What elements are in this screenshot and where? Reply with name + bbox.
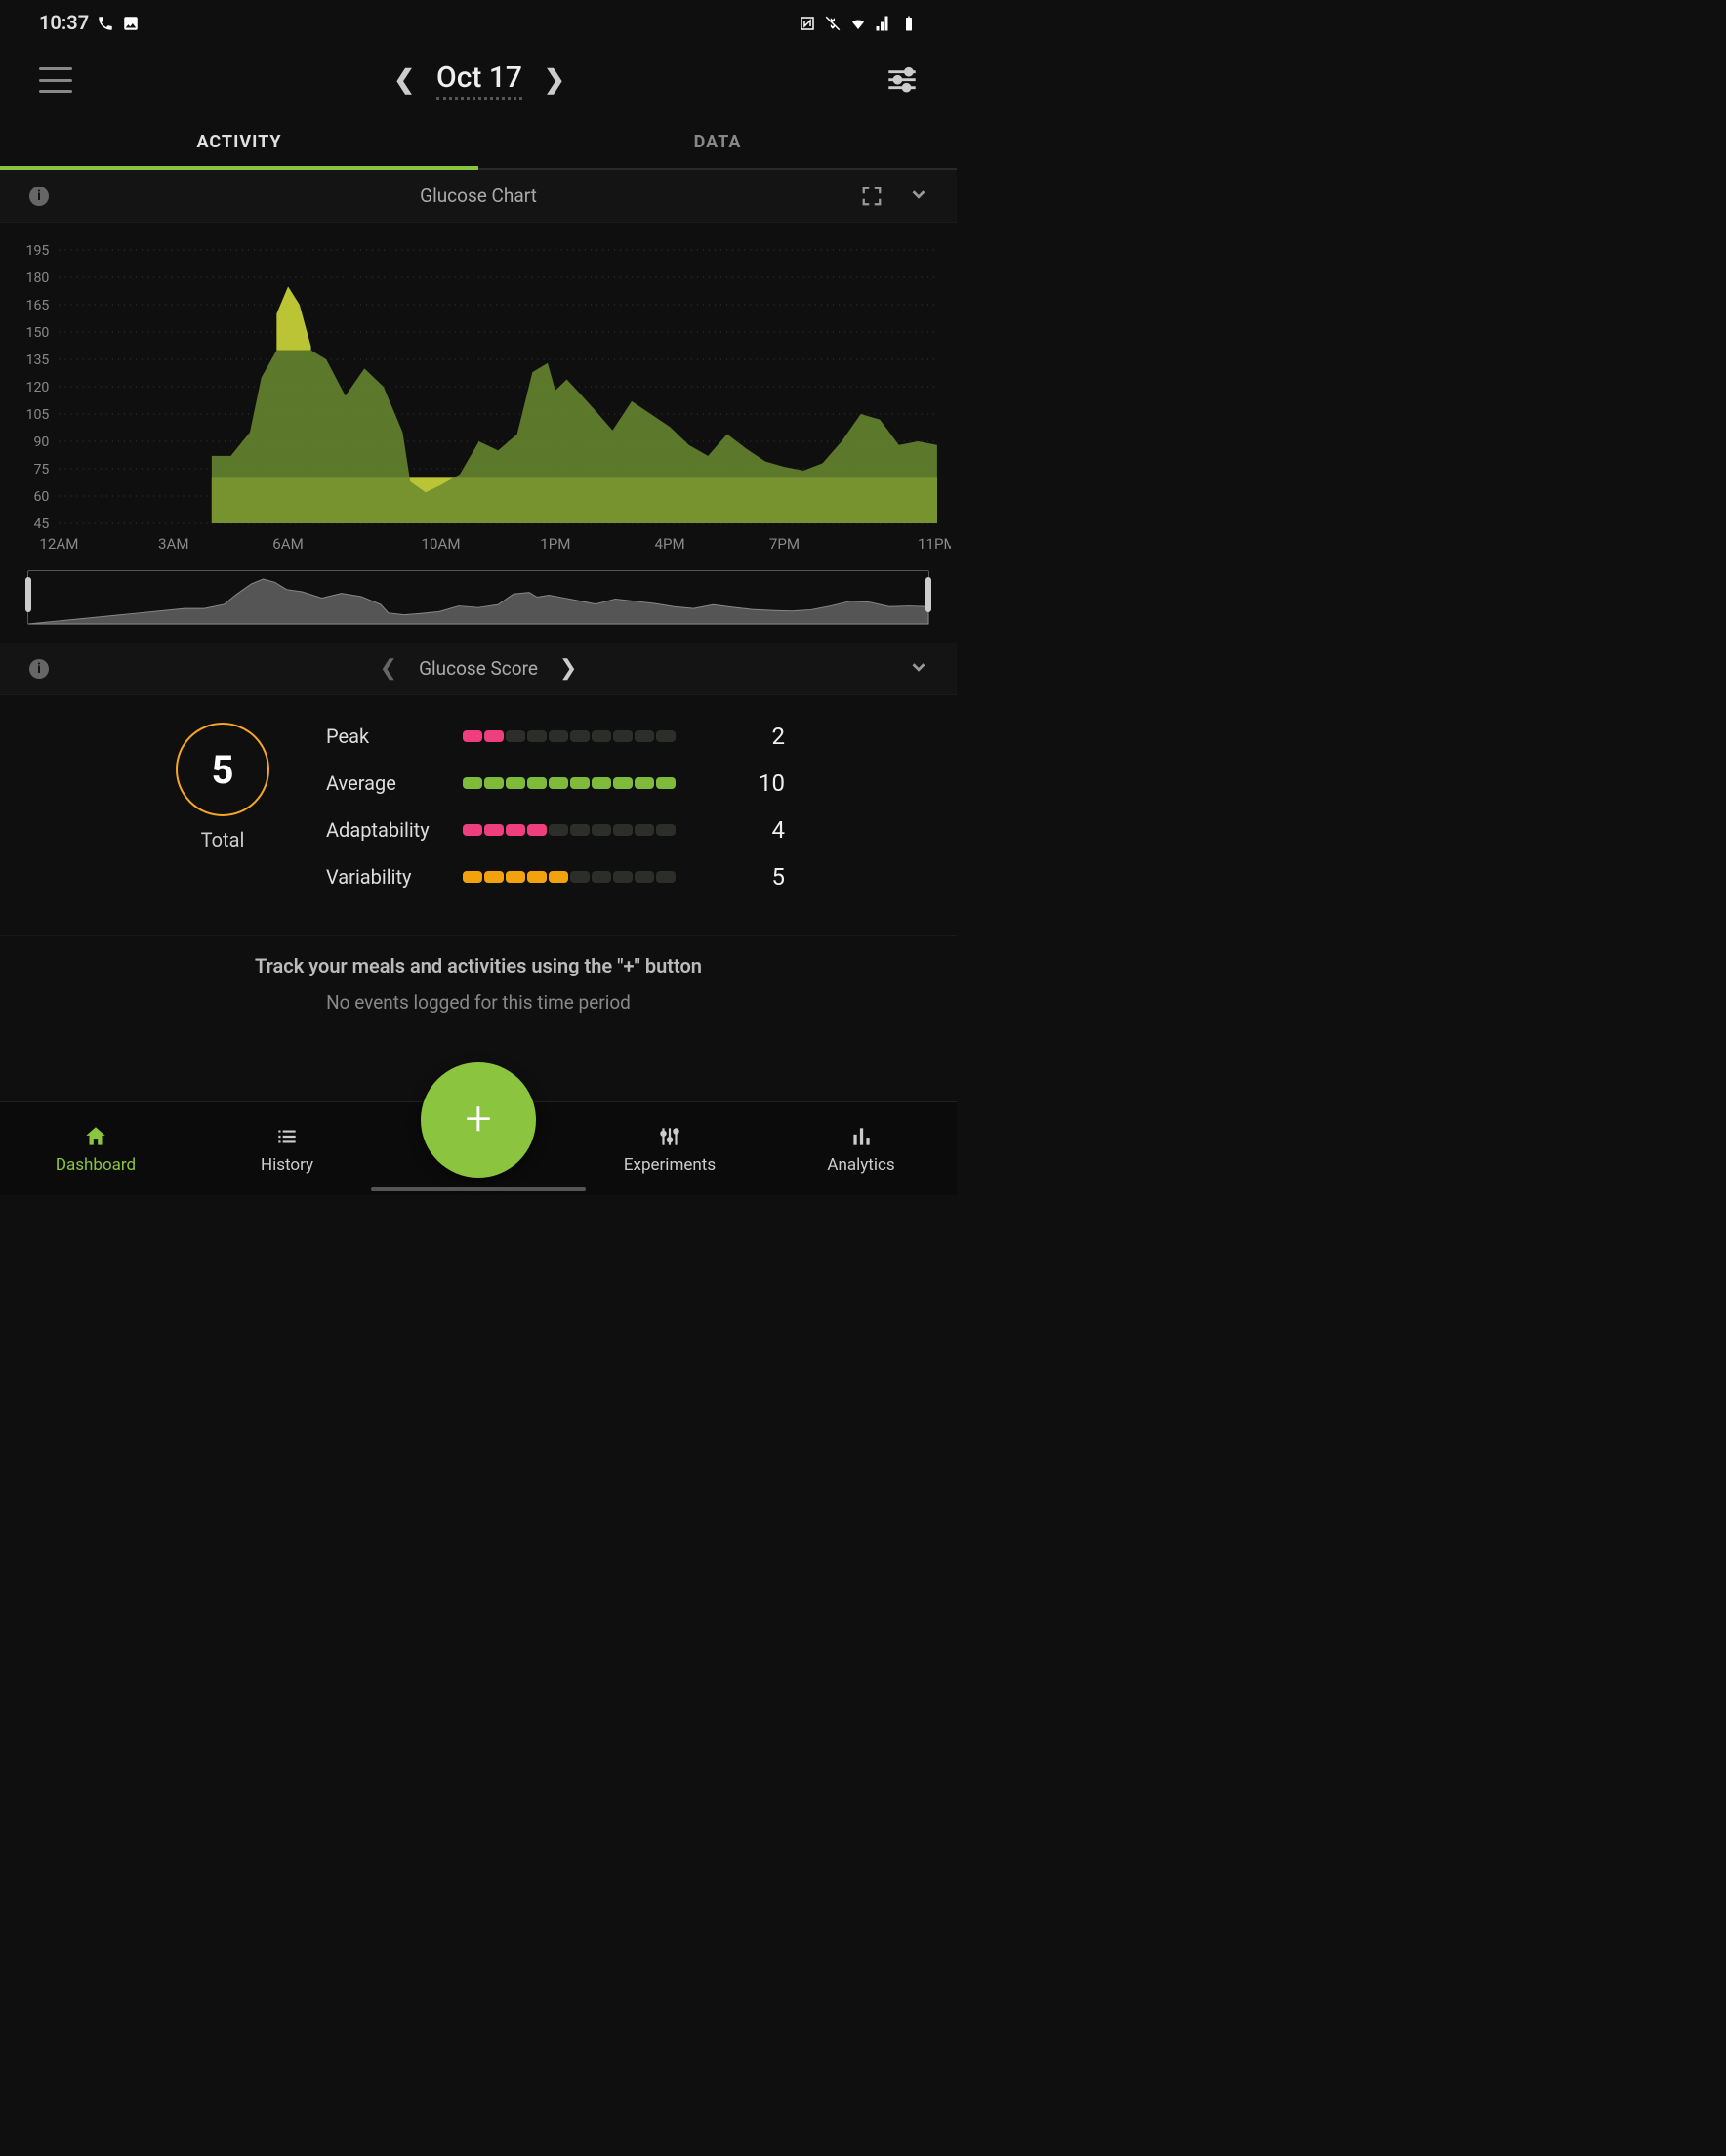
range-handle-right[interactable]	[925, 577, 931, 612]
home-icon	[83, 1124, 108, 1149]
svg-text:45: 45	[34, 517, 50, 532]
score-row-label: Peak	[326, 725, 443, 748]
nav-experiments[interactable]: Experiments	[574, 1124, 765, 1175]
nfc-icon	[799, 14, 816, 31]
score-row-value: 10	[754, 769, 785, 797]
score-row-segments	[463, 871, 734, 883]
score-row-value: 5	[754, 863, 785, 891]
date-label[interactable]: Oct 17	[436, 61, 522, 100]
svg-text:180: 180	[26, 270, 50, 286]
nav-label: Experiments	[624, 1155, 716, 1175]
signal-icon	[875, 14, 892, 31]
bars-icon	[848, 1124, 874, 1149]
nav-label: Dashboard	[56, 1155, 136, 1175]
score-row-adaptability: Adaptability 4	[326, 816, 785, 844]
score-row-label: Average	[326, 771, 443, 795]
events-empty-state: Track your meals and activities using th…	[0, 935, 957, 1072]
wifi-icon	[849, 14, 867, 31]
score-total-value: 5	[176, 723, 269, 816]
nav-dashboard[interactable]: Dashboard	[0, 1124, 191, 1175]
next-day-button[interactable]: ❯	[544, 65, 565, 95]
time-range-selector[interactable]	[27, 570, 929, 625]
date-navigator: ❮ Oct 17 ❯	[393, 61, 564, 100]
score-row-label: Adaptability	[326, 818, 443, 842]
glucose-chart-header: i Glucose Chart	[0, 170, 957, 223]
svg-text:120: 120	[26, 380, 50, 395]
nav-analytics[interactable]: Analytics	[765, 1124, 957, 1175]
svg-text:150: 150	[26, 325, 50, 341]
svg-text:90: 90	[34, 435, 50, 450]
svg-text:11PM: 11PM	[918, 535, 951, 553]
score-row-value: 2	[754, 723, 785, 750]
score-row-variability: Variability 5	[326, 863, 785, 891]
svg-text:1PM: 1PM	[540, 535, 570, 553]
svg-text:10AM: 10AM	[421, 535, 460, 553]
app-header: ❮ Oct 17 ❯	[0, 45, 957, 115]
glucose-chart[interactable]: 45 60 75 90 105 120 135 150 165 180 195 12AM 3AM 6AM 1…	[0, 223, 957, 562]
filter-button[interactable]	[886, 66, 918, 94]
tab-activity[interactable]: ACTIVITY	[0, 115, 478, 168]
add-event-button[interactable]: +	[421, 1062, 536, 1178]
score-rows: Peak 2 Average 10 Adaptability 4 Variability 5	[326, 723, 785, 891]
plus-icon: +	[465, 1091, 491, 1146]
score-next-button[interactable]: ❯	[559, 656, 577, 681]
score-row-segments	[463, 730, 734, 742]
glucose-score-header: i ❮ Glucose Score ❯	[0, 643, 957, 695]
score-total-label: Total	[201, 828, 245, 851]
menu-button[interactable]	[39, 67, 72, 93]
svg-text:165: 165	[26, 298, 50, 313]
svg-text:195: 195	[26, 244, 50, 259]
vibrate-icon	[824, 14, 842, 31]
glucose-score-body: 5 Total Peak 2 Average 10 Adaptability 4 Varia…	[0, 695, 957, 926]
svg-text:12AM: 12AM	[39, 535, 78, 553]
svg-text:60: 60	[34, 489, 50, 505]
status-time: 10:37	[39, 11, 89, 34]
chevron-down-icon[interactable]	[908, 184, 929, 209]
tab-data[interactable]: DATA	[478, 115, 957, 168]
svg-text:75: 75	[34, 462, 50, 477]
cta-main-text: Track your meals and activities using th…	[29, 954, 927, 977]
glucose-chart-title: Glucose Chart	[420, 185, 537, 207]
nav-history[interactable]: History	[191, 1124, 383, 1175]
info-icon[interactable]: i	[29, 659, 49, 679]
list-icon	[274, 1124, 300, 1149]
top-tabs: ACTIVITY DATA	[0, 115, 957, 170]
score-total: 5 Total	[176, 723, 269, 851]
home-indicator	[371, 1187, 586, 1191]
svg-text:3AM: 3AM	[158, 535, 189, 553]
nav-label: Analytics	[827, 1155, 894, 1175]
score-row-value: 4	[754, 816, 785, 844]
range-handle-left[interactable]	[25, 577, 31, 612]
prev-day-button[interactable]: ❮	[393, 65, 415, 95]
cta-sub-text: No events logged for this time period	[29, 991, 927, 1014]
sliders-icon	[657, 1124, 682, 1149]
svg-text:4PM: 4PM	[655, 535, 685, 553]
info-icon[interactable]: i	[29, 187, 49, 206]
glucose-score-title: Glucose Score	[419, 657, 538, 680]
status-bar: 10:37	[0, 0, 957, 45]
chevron-down-icon[interactable]	[908, 656, 929, 682]
image-icon	[122, 14, 140, 31]
score-row-segments	[463, 777, 734, 789]
svg-text:135: 135	[26, 352, 50, 368]
score-row-segments	[463, 824, 734, 836]
bottom-nav: Dashboard History . Experiments Analytic…	[0, 1101, 957, 1195]
score-row-label: Variability	[326, 865, 443, 889]
phone-icon	[97, 14, 114, 31]
battery-icon	[900, 14, 918, 31]
fullscreen-icon[interactable]	[861, 186, 883, 207]
score-prev-button[interactable]: ❮	[380, 656, 397, 681]
nav-label: History	[261, 1155, 313, 1175]
score-row-peak: Peak 2	[326, 723, 785, 750]
svg-text:6AM: 6AM	[272, 535, 304, 553]
score-row-average: Average 10	[326, 769, 785, 797]
svg-text:105: 105	[26, 407, 50, 423]
svg-text:7PM: 7PM	[769, 535, 800, 553]
